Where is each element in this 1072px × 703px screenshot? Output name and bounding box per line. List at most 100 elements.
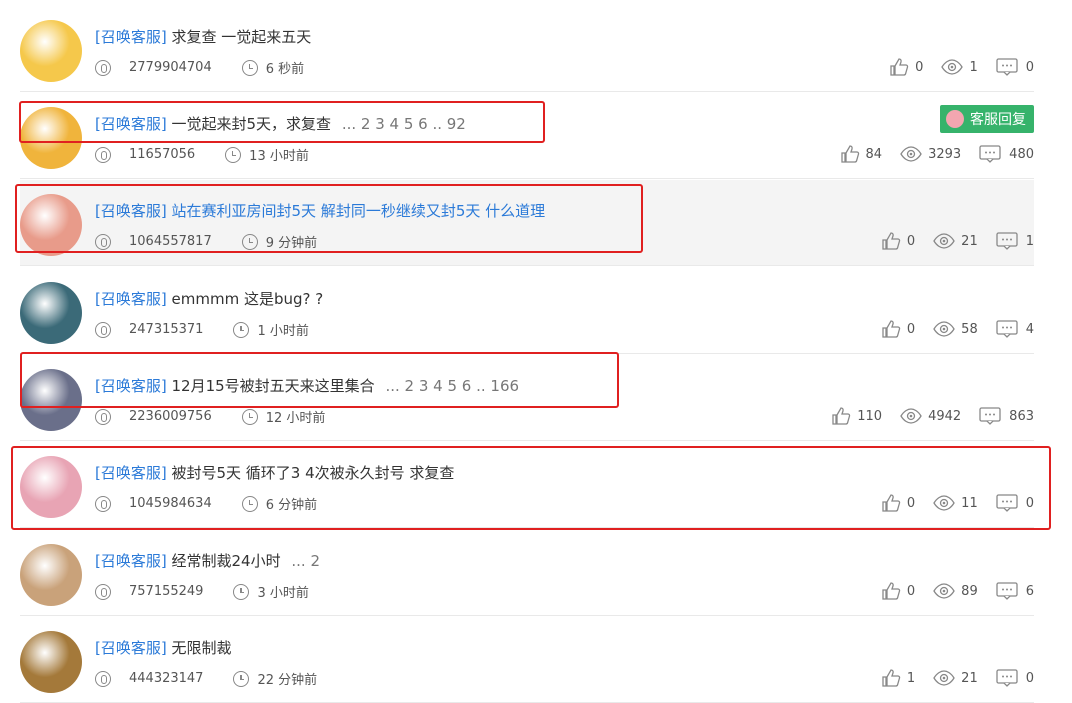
user-id[interactable]: 444323147 [129,671,203,686]
comment-icon[interactable] [996,669,1018,687]
thread-row[interactable]: [召唤客服] 经常制裁24小时 ... 2 757155249 3 小时前 0 … [20,530,1034,616]
comment-count: 0 [1025,495,1034,511]
like-icon[interactable] [881,582,901,600]
staff-avatar-icon [946,110,964,128]
user-id[interactable]: 1045984634 [129,496,212,511]
view-icon [900,408,922,424]
comment-icon[interactable] [996,582,1018,600]
category-tag[interactable]: [召唤客服] [95,464,167,482]
view-icon [933,583,955,599]
avatar[interactable] [20,369,82,431]
thread-title-text[interactable]: 无限制裁 [172,639,232,657]
thread-title[interactable]: [召唤客服] 12月15号被封五天来这里集合 ... 2 3 4 5 6 .. … [95,375,519,396]
thread-meta: 1045984634 6 分钟前 [95,494,317,513]
page-links[interactable]: ... 2 3 4 5 6 .. 166 [385,377,519,395]
thread-title-text[interactable]: 站在赛利亚房间封5天 解封同一秒继续又封5天 什么道理 [172,202,546,220]
post-time: 6 秒前 [265,62,305,77]
comment-icon[interactable] [996,58,1018,76]
thread-row[interactable]: [召唤客服] 站在赛利亚房间封5天 解封同一秒继续又封5天 什么道理 10645… [20,180,1034,266]
thread-row[interactable]: [召唤客服] 被封号5天 循环了3 4次被永久封号 求复查 1045984634… [20,442,1034,528]
comment-count: 863 [1009,408,1034,424]
comment-count: 4 [1025,321,1034,337]
clock-icon [233,670,250,687]
comment-icon[interactable] [979,145,1001,163]
thread-title-text[interactable]: emmmm 这是bug? ? [172,290,324,308]
category-tag[interactable]: [召唤客服] [95,290,167,308]
view-count: 21 [961,670,978,686]
comment-icon[interactable] [996,494,1018,512]
thread-title-text[interactable]: 12月15号被封五天来这里集合 [172,377,375,395]
thread-stats: 0 21 1 [881,232,1034,250]
like-icon[interactable] [831,407,851,425]
thread-meta: 2779904704 6 秒前 [95,58,304,77]
thread-stats: 110 4942 863 [831,407,1034,425]
post-time: 12 小时前 [265,411,326,426]
thread-title[interactable]: [召唤客服] 站在赛利亚房间封5天 解封同一秒继续又封5天 什么道理 [95,200,545,221]
user-id[interactable]: 1064557817 [129,234,212,249]
category-tag[interactable]: [召唤客服] [95,639,167,657]
view-icon [933,670,955,686]
thread-title[interactable]: [召唤客服] 经常制裁24小时 ... 2 [95,550,320,571]
thread-row[interactable]: [召唤客服] 求复查 一觉起来五天 2779904704 6 秒前 0 1 0 [20,6,1034,92]
thread-title-text[interactable]: 被封号5天 循环了3 4次被永久封号 求复查 [172,464,455,482]
category-tag[interactable]: [召唤客服] [95,377,167,395]
page-links[interactable]: ... 2 3 4 5 6 .. 92 [342,115,466,133]
user-icon [95,495,111,512]
like-count: 0 [906,233,916,249]
avatar[interactable] [20,282,82,344]
clock-icon [241,408,258,425]
like-count: 0 [906,583,916,599]
category-tag[interactable]: [召唤客服] [95,552,167,570]
view-count: 58 [961,321,978,337]
thread-stats: 0 1 0 [889,58,1034,76]
view-count: 4942 [928,408,962,424]
view-count: 1 [969,59,978,75]
comment-count: 1 [1025,233,1034,249]
comment-count: 480 [1009,146,1034,162]
like-icon[interactable] [881,320,901,338]
user-id[interactable]: 11657056 [129,147,195,162]
thread-title-text[interactable]: 求复查 一觉起来五天 [172,28,312,46]
post-time: 22 分钟前 [257,673,318,688]
thread-title[interactable]: [召唤客服] 无限制裁 [95,637,232,658]
thread-title[interactable]: [召唤客服] emmmm 这是bug? ? [95,288,323,309]
user-id[interactable]: 757155249 [129,584,203,599]
thread-title[interactable]: [召唤客服] 一觉起来封5天，求复查 ... 2 3 4 5 6 .. 92 [95,113,466,134]
thread-stats: 0 58 4 [881,320,1034,338]
view-count: 11 [961,495,978,511]
thread-row[interactable]: [召唤客服] 12月15号被封五天来这里集合 ... 2 3 4 5 6 .. … [20,355,1034,441]
page-links[interactable]: ... 2 [291,552,320,570]
avatar[interactable] [20,544,82,606]
thread-meta: 1064557817 9 分钟前 [95,232,317,251]
thread-title-text[interactable]: 经常制裁24小时 [172,552,281,570]
comment-icon[interactable] [996,232,1018,250]
like-icon[interactable] [881,232,901,250]
clock-icon [225,146,242,163]
thread-title-text[interactable]: 一觉起来封5天，求复查 [172,115,332,133]
category-tag[interactable]: [召唤客服] [95,115,167,133]
like-icon[interactable] [840,145,860,163]
avatar[interactable] [20,194,82,256]
comment-icon[interactable] [979,407,1001,425]
comment-icon[interactable] [996,320,1018,338]
avatar[interactable] [20,456,82,518]
like-count: 0 [906,321,916,337]
view-count: 89 [961,583,978,599]
category-tag[interactable]: [召唤客服] [95,202,167,220]
user-id[interactable]: 247315371 [129,322,203,337]
thread-title[interactable]: [召唤客服] 被封号5天 循环了3 4次被永久封号 求复查 [95,462,454,483]
like-icon[interactable] [889,58,909,76]
thread-row[interactable]: [召唤客服] emmmm 这是bug? ? 247315371 1 小时前 0 … [20,268,1034,354]
avatar[interactable] [20,107,82,169]
thread-row[interactable]: [召唤客服] 无限制裁 444323147 22 分钟前 1 21 0 [20,617,1034,703]
avatar[interactable] [20,631,82,693]
user-id[interactable]: 2236009756 [129,409,212,424]
avatar[interactable] [20,20,82,82]
thread-meta: 2236009756 12 小时前 [95,407,325,426]
thread-title[interactable]: [召唤客服] 求复查 一觉起来五天 [95,26,311,47]
thread-row[interactable]: [召唤客服] 一觉起来封5天，求复查 ... 2 3 4 5 6 .. 92 1… [20,93,1034,179]
category-tag[interactable]: [召唤客服] [95,28,167,46]
like-icon[interactable] [881,494,901,512]
like-icon[interactable] [881,669,901,687]
user-id[interactable]: 2779904704 [129,60,212,75]
